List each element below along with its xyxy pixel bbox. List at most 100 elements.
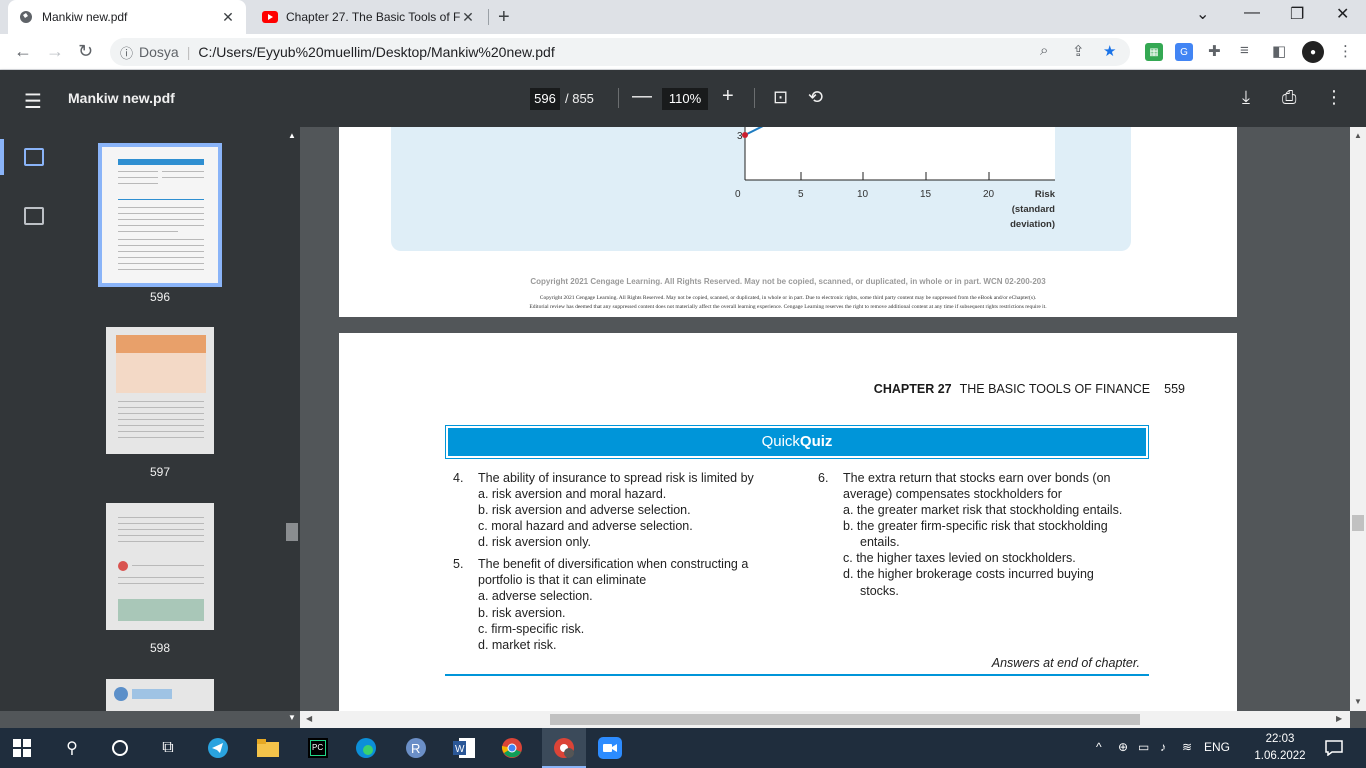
back-arrow-icon[interactable]: ← [14, 41, 32, 62]
pdf-toolbar: ☰ Mankiw new.pdf 596 / 855 — 110% + ⊡ ⟲ … [0, 70, 1366, 127]
translate-extension-icon[interactable]: G [1175, 43, 1193, 61]
new-tab-button[interactable]: + [498, 6, 510, 29]
svg-text:W: W [455, 744, 465, 755]
scroll-left-arrow-icon[interactable]: ◀ [306, 714, 312, 723]
scroll-up-arrow-icon[interactable]: ▲ [1354, 131, 1362, 140]
thumb-line [118, 269, 204, 270]
risk-return-figure: 3 0 5 10 15 20 Risk (standard deviation) [735, 127, 1056, 230]
question-stem: The extra return that stocks earn over b… [843, 471, 1111, 485]
minimize-button[interactable]: — [1244, 4, 1260, 22]
horizontal-scrollbar[interactable]: ◀ ▶ [300, 711, 1350, 728]
word-icon[interactable]: W [452, 736, 476, 760]
thumb-line [132, 565, 204, 566]
thumb-line [118, 183, 158, 184]
close-tab-icon[interactable]: ✕ [220, 9, 236, 26]
file-explorer-icon[interactable] [256, 736, 280, 760]
restore-button[interactable]: ❐ [1290, 4, 1304, 24]
close-window-button[interactable]: ✕ [1336, 4, 1349, 24]
wifi-icon[interactable]: ≋ [1182, 740, 1192, 754]
forward-arrow-icon[interactable]: → [46, 41, 64, 62]
clock-date: 1.06.2022 [1254, 750, 1306, 762]
pycharm-icon[interactable]: PC [306, 736, 330, 760]
fit-to-page-icon[interactable]: ⊡ [773, 87, 788, 108]
zoom-in-button[interactable]: + [722, 85, 734, 108]
address-bar[interactable]: ⓘ Dosya | C:/Users/Eyyub%20muellim/Deskt… [110, 38, 1130, 66]
share-icon[interactable]: ⇪ [1072, 42, 1085, 60]
toolbar-divider [618, 88, 619, 108]
running-header: CHAPTER 27 THE BASIC TOOLS OF FINANCE 559 [874, 382, 1185, 396]
chrome-profile-icon[interactable] [552, 736, 576, 760]
sidebar-scroll-thumb[interactable] [286, 523, 298, 541]
pdf-viewport: 3 0 5 10 15 20 Risk (standard deviation)… [300, 127, 1350, 711]
thumb-line [118, 207, 204, 208]
more-actions-icon[interactable]: ⋮ [1325, 87, 1343, 108]
tab-mankiw-pdf[interactable]: Mankiw new.pdf ✕ [8, 0, 246, 34]
scroll-down-arrow-icon[interactable]: ▼ [1354, 697, 1362, 706]
menu-kebab-icon[interactable]: ⋮ [1338, 42, 1353, 60]
print-icon[interactable]: ⎙ [1282, 87, 1296, 108]
chrome-icon[interactable] [500, 736, 524, 760]
document-outline-icon[interactable] [24, 207, 44, 225]
thumb-line [118, 171, 158, 172]
cortana-icon[interactable] [108, 736, 132, 760]
profile-avatar[interactable]: ● [1302, 41, 1324, 63]
question-number: 5. [453, 557, 464, 571]
page-number: 559 [1164, 382, 1185, 396]
page-thumbnail-597[interactable] [106, 327, 214, 454]
reading-list-icon[interactable]: ≡ [1240, 42, 1249, 59]
quick-quiz-title: QuickQuiz [448, 428, 1146, 456]
zoom-icon[interactable]: ⌕ [1040, 42, 1048, 59]
extension-color-icon[interactable]: ▦ [1145, 43, 1163, 61]
edge-browser-icon[interactable] [354, 736, 378, 760]
info-icon[interactable]: ⓘ [120, 43, 133, 62]
tray-app-icon[interactable]: ⊕ [1118, 740, 1128, 754]
download-icon[interactable]: ⤓ [1242, 87, 1250, 108]
volume-icon[interactable]: ♪ [1160, 740, 1166, 754]
scroll-up-arrow-icon[interactable]: ▲ [288, 131, 296, 140]
vertical-scrollbar[interactable]: ▲ ▼ [1350, 127, 1366, 711]
battery-icon[interactable]: ▭ [1138, 740, 1149, 754]
x-tick-label: 15 [920, 189, 932, 200]
answer-option: b. the greater firm-specific risk that s… [843, 519, 1108, 533]
task-view-icon[interactable]: ⧉ [156, 736, 180, 760]
r-app-icon[interactable]: R [404, 736, 428, 760]
close-tab-icon[interactable]: ✕ [460, 9, 476, 26]
page-thumbnail-598[interactable] [106, 503, 214, 630]
reload-icon[interactable]: ↻ [78, 41, 93, 62]
telegram-icon[interactable] [206, 736, 230, 760]
question-5: 5. The benefit of diversification when c… [453, 556, 793, 652]
side-panel-icon[interactable]: ◧ [1272, 42, 1286, 60]
page-number-input[interactable]: 596 [530, 88, 560, 110]
language-indicator[interactable]: ENG [1204, 740, 1230, 754]
thumb-line [118, 177, 158, 178]
rotate-icon[interactable]: ⟲ [808, 87, 823, 108]
scroll-right-arrow-icon[interactable]: ▶ [1336, 714, 1342, 723]
extensions-puzzle-icon[interactable]: ✚ [1208, 42, 1221, 60]
horizontal-scroll-thumb[interactable] [550, 714, 1140, 725]
thumb-line [118, 401, 204, 402]
scroll-down-arrow-icon[interactable]: ▼ [288, 713, 296, 722]
tab-youtube-chapter[interactable]: Chapter 27. The Basic Tools of Fin ✕ [252, 0, 486, 34]
thumbnails-view-icon[interactable] [24, 148, 44, 166]
system-clock[interactable]: 22:03 1.06.2022 [1250, 731, 1310, 765]
search-icon[interactable]: ⚲ [60, 736, 84, 760]
sidebar-scrollbar[interactable]: ▲ ▼ [284, 127, 300, 722]
thumb-line [162, 177, 204, 178]
thumb-line [118, 251, 204, 252]
page-thumbnail-596[interactable] [98, 143, 222, 287]
zoom-level-input[interactable]: 110% [662, 88, 708, 110]
tab-search-chevron-icon[interactable]: ⌄ [1196, 4, 1209, 24]
video-camera-app-icon[interactable] [598, 736, 622, 760]
answer-option: a. the greater market risk that stockhol… [843, 503, 1123, 517]
x-tick-label: 20 [983, 189, 995, 200]
notifications-icon[interactable] [1322, 736, 1346, 760]
question-stem: The benefit of diversification when cons… [478, 557, 749, 571]
tray-overflow-chevron-icon[interactable]: ^ [1096, 740, 1102, 754]
windows-start-icon[interactable] [10, 736, 34, 760]
vertical-scroll-thumb[interactable] [1352, 515, 1364, 531]
sidebar-menu-icon[interactable]: ☰ [24, 89, 42, 114]
quiz-title-quiz: Quiz [799, 433, 833, 450]
zoom-out-button[interactable]: — [632, 85, 652, 108]
page-thumbnail-599[interactable] [106, 679, 214, 711]
bookmark-star-icon[interactable]: ★ [1103, 42, 1116, 60]
